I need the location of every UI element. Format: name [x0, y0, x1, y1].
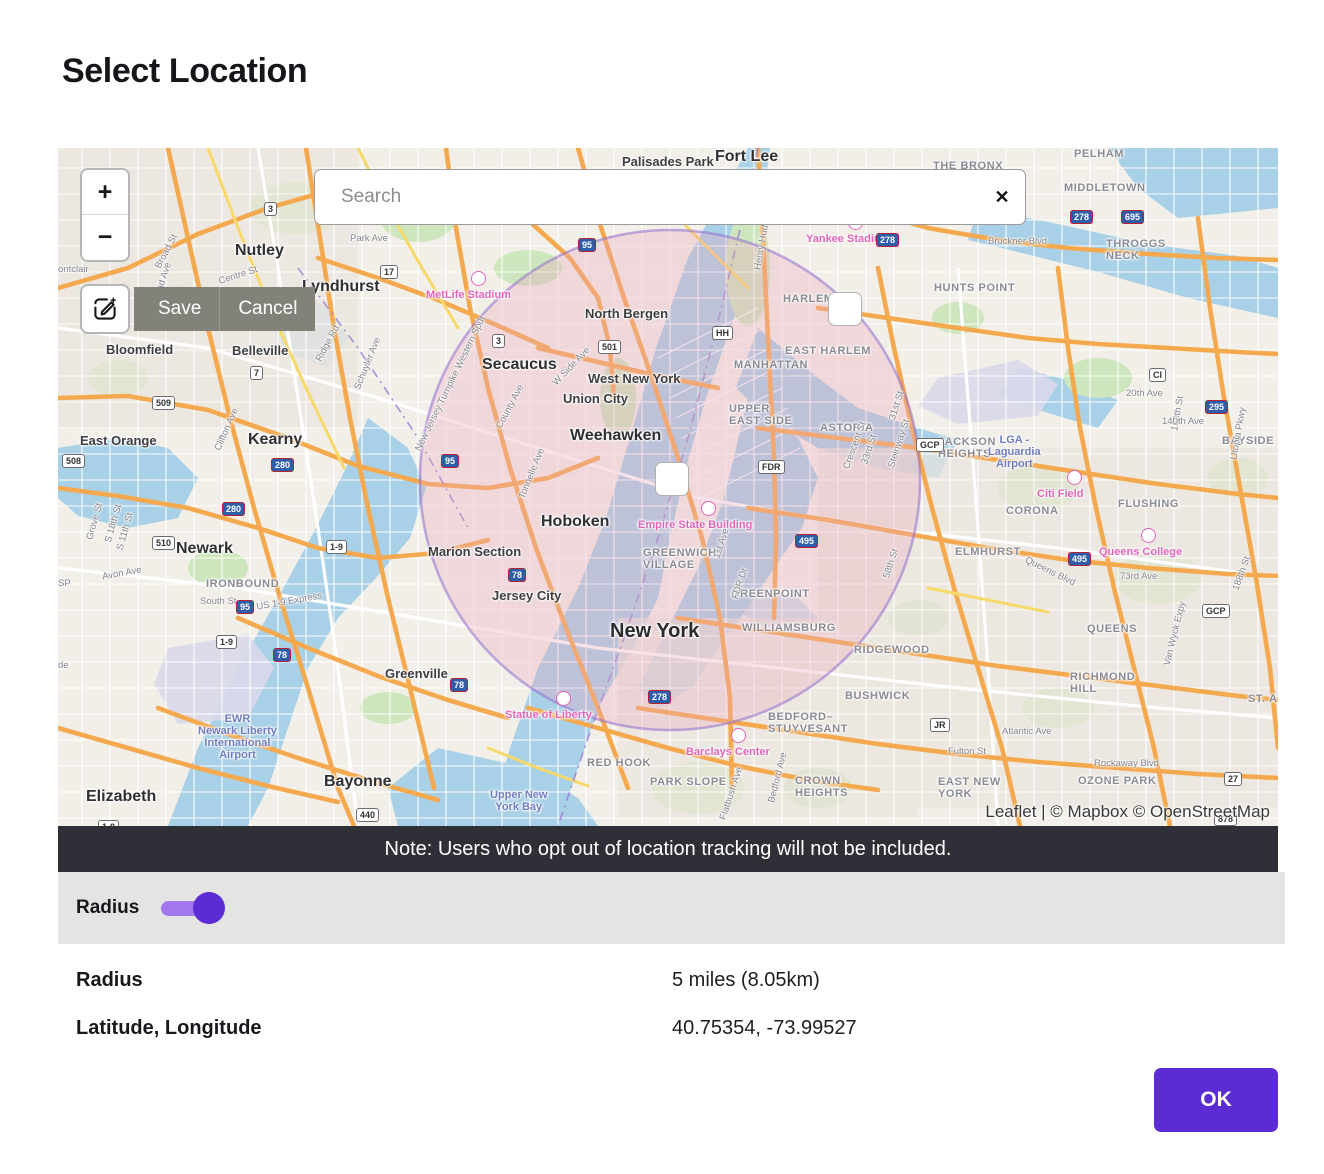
detail-row-radius: Radius 5 miles (8.05km) — [58, 956, 1285, 1004]
zoom-in-button[interactable]: + — [82, 170, 128, 215]
center-handle[interactable] — [655, 462, 689, 496]
map-container[interactable]: + − Save Cancel ✕ New YorkJersey CityNew… — [58, 148, 1278, 826]
detail-value: 40.75354, -73.99527 — [672, 1017, 857, 1040]
cancel-button[interactable]: Cancel — [219, 287, 315, 331]
map-attribution[interactable]: Leaflet | © Mapbox © OpenStreetMap — [985, 802, 1270, 822]
detail-row-latlng: Latitude, Longitude 40.75354, -73.99527 — [58, 1004, 1285, 1052]
radius-handle[interactable] — [828, 292, 862, 326]
radius-toggle-label: Radius — [76, 897, 139, 919]
close-icon[interactable]: ✕ — [979, 170, 1025, 224]
detail-key: Latitude, Longitude — [76, 1017, 672, 1040]
note-banner: Note: Users who opt out of location trac… — [58, 826, 1278, 872]
edit-square-glyph — [92, 296, 118, 322]
detail-key: Radius — [76, 969, 672, 992]
zoom-controls[interactable]: + − — [80, 168, 130, 262]
note-text: Note: Users who opt out of location trac… — [385, 838, 952, 861]
radius-slider[interactable] — [161, 899, 223, 917]
detail-value: 5 miles (8.05km) — [672, 969, 820, 992]
page-title: Select Location — [62, 52, 307, 91]
save-button[interactable]: Save — [134, 287, 219, 331]
search-input[interactable] — [315, 170, 979, 224]
radius-slider-thumb[interactable] — [193, 892, 225, 924]
zoom-out-button[interactable]: − — [82, 215, 128, 260]
ok-button[interactable]: OK — [1154, 1068, 1278, 1132]
edit-actions-bar[interactable]: Save Cancel — [134, 287, 315, 331]
search-bar[interactable]: ✕ — [314, 169, 1026, 225]
edit-square-icon[interactable] — [80, 284, 130, 334]
radius-toggle-row: Radius — [58, 872, 1285, 944]
select-location-dialog: Select Location — [0, 0, 1324, 1174]
